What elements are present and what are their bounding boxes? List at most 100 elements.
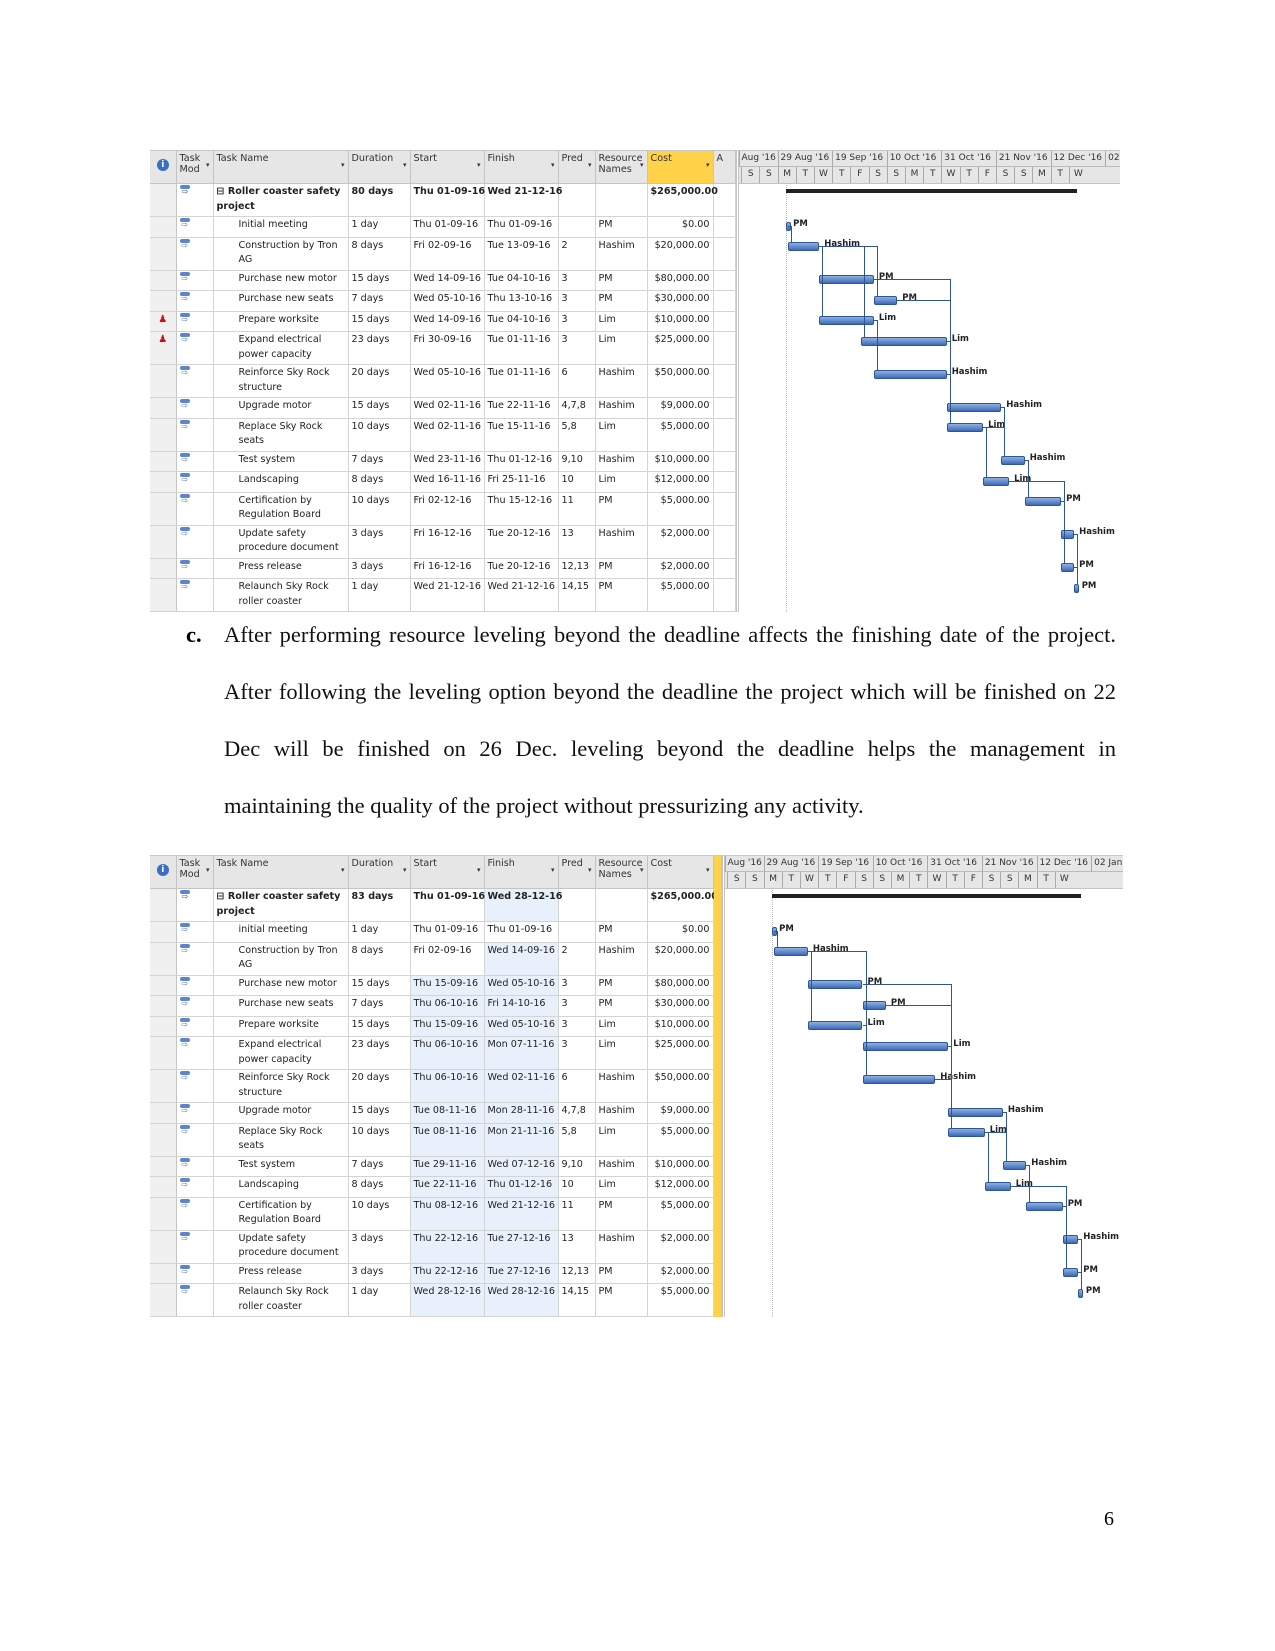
- resource-cell[interactable]: PM: [595, 1197, 648, 1231]
- finish-cell[interactable]: Thu 01-12-16: [484, 1176, 559, 1198]
- table-row[interactable]: Update safety procedure document 3 daysFr…: [150, 525, 736, 559]
- resource-cell[interactable]: Lim: [595, 1016, 648, 1037]
- dropdown-arrow-icon[interactable]: ▾: [588, 160, 592, 171]
- task-name-cell[interactable]: Replace Sky Rock seats: [213, 418, 349, 452]
- pred-cell[interactable]: 14,15: [558, 1283, 596, 1317]
- duration-cell[interactable]: 1 day: [348, 921, 411, 943]
- duration-cell[interactable]: 10 days: [348, 418, 411, 452]
- pred-cell[interactable]: 3: [558, 311, 596, 332]
- pred-cell[interactable]: [558, 921, 596, 943]
- task-bar[interactable]: [1074, 584, 1080, 593]
- task-name-cell[interactable]: Prepare worksite: [213, 311, 349, 332]
- duration-cell[interactable]: 15 days: [348, 1102, 411, 1124]
- finish-cell[interactable]: Tue 22-11-16: [484, 397, 559, 419]
- finish-cell[interactable]: Wed 07-12-16: [484, 1156, 559, 1177]
- duration-cell[interactable]: 20 days: [348, 1069, 411, 1103]
- resource-cell[interactable]: Hashim: [595, 237, 648, 271]
- task-name-cell[interactable]: Landscaping: [213, 471, 349, 493]
- start-cell[interactable]: Wed 05-10-16: [410, 290, 485, 312]
- resource-cell[interactable]: Hashim: [595, 525, 648, 559]
- task-bar[interactable]: [819, 316, 874, 325]
- resource-cell[interactable]: Hashim: [595, 364, 648, 398]
- pred-cell[interactable]: 5,8: [558, 1123, 596, 1157]
- task-bar[interactable]: [873, 296, 898, 305]
- finish-cell[interactable]: Wed 21-12-16: [484, 1197, 559, 1231]
- collapse-icon[interactable]: ⊟: [217, 186, 228, 197]
- cost-cell[interactable]: $25,000.00: [647, 1036, 714, 1070]
- duration-cell[interactable]: 10 days: [348, 1123, 411, 1157]
- dropdown-arrow-icon[interactable]: ▾: [551, 160, 555, 171]
- indicators-header[interactable]: i: [150, 856, 177, 889]
- cost-cell[interactable]: $2,000.00: [647, 558, 714, 579]
- duration-cell[interactable]: 15 days: [348, 1016, 411, 1037]
- task-name-cell[interactable]: Expand electrical power capacity: [213, 331, 349, 365]
- resource-cell[interactable]: PM: [595, 975, 648, 996]
- pred-cell[interactable]: 13: [558, 525, 596, 559]
- finish-cell[interactable]: Mon 28-11-16: [484, 1102, 559, 1124]
- finish-cell[interactable]: Tue 15-11-16: [484, 418, 559, 452]
- task-name-cell[interactable]: Construction by Tron AG: [213, 942, 349, 976]
- pred-cell[interactable]: 5,8: [558, 418, 596, 452]
- task-name-cell[interactable]: Upgrade motor: [213, 1102, 349, 1124]
- task-name-cell[interactable]: initial meeting: [213, 921, 349, 943]
- cost-cell[interactable]: $265,000.00: [647, 183, 718, 217]
- start-cell[interactable]: Thu 01-09-16: [410, 216, 485, 238]
- finish-cell[interactable]: Wed 02-11-16: [484, 1069, 559, 1103]
- duration-cell[interactable]: 8 days: [348, 1176, 411, 1198]
- cost-cell[interactable]: $20,000.00: [647, 237, 714, 271]
- pred-cell[interactable]: 11: [558, 1197, 596, 1231]
- cost-header[interactable]: Cost ▾: [647, 856, 714, 889]
- start-cell[interactable]: Tue 08-11-16: [410, 1102, 485, 1124]
- start-cell[interactable]: Thu 22-12-16: [410, 1263, 485, 1284]
- start-cell[interactable]: Thu 01-09-16: [410, 921, 485, 943]
- table-row[interactable]: Reinforce Sky Rock structure 20 daysThu 0…: [150, 1069, 714, 1103]
- start-cell[interactable]: Fri 02-12-16: [410, 492, 485, 526]
- cost-cell[interactable]: $50,000.00: [647, 364, 714, 398]
- dropdown-arrow-icon[interactable]: ▾: [206, 160, 210, 171]
- cost-cell[interactable]: $30,000.00: [647, 290, 714, 312]
- cost-cell[interactable]: $5,000.00: [647, 1283, 714, 1317]
- finish-cell[interactable]: Tue 01-11-16: [484, 331, 559, 365]
- finish-cell[interactable]: Mon 21-11-16: [484, 1123, 559, 1157]
- resource-cell[interactable]: Lim: [595, 471, 648, 493]
- start-cell[interactable]: Fri 16-12-16: [410, 558, 485, 579]
- cost-cell[interactable]: $9,000.00: [647, 1102, 714, 1124]
- task-name-cell[interactable]: Press release: [213, 1263, 349, 1284]
- task-name-cell[interactable]: Upgrade motor: [213, 397, 349, 419]
- table-row[interactable]: Press release 3 daysThu 22-12-16Tue 27-12…: [150, 1263, 714, 1284]
- duration-cell[interactable]: 15 days: [348, 975, 411, 996]
- finish-cell[interactable]: Thu 13-10-16: [484, 290, 559, 312]
- start-cell[interactable]: Thu 22-12-16: [410, 1230, 485, 1264]
- finish-cell[interactable]: Wed 05-10-16: [484, 975, 559, 996]
- cost-cell[interactable]: $0.00: [647, 216, 714, 238]
- pred-cell[interactable]: 2: [558, 942, 596, 976]
- task-name-cell[interactable]: Press release: [213, 558, 349, 579]
- duration-cell[interactable]: 20 days: [348, 364, 411, 398]
- table-row[interactable]: Replace Sky Rock seats 10 daysWed 02-11-1…: [150, 418, 736, 452]
- resource-cell[interactable]: PM: [595, 290, 648, 312]
- dropdown-arrow-icon[interactable]: ▾: [551, 865, 555, 876]
- table-row[interactable]: ⊟ Roller coaster safety project83 daysTh…: [150, 888, 718, 922]
- start-cell[interactable]: Wed 02-11-16: [410, 418, 485, 452]
- duration-cell[interactable]: 3 days: [348, 1263, 411, 1284]
- table-row[interactable]: Certification by Regulation Board 10 days…: [150, 492, 736, 526]
- resource-cell[interactable]: Hashim: [595, 1069, 648, 1103]
- duration-header[interactable]: Duration ▾: [348, 151, 411, 184]
- collapse-icon[interactable]: ⊟: [217, 891, 228, 902]
- resource-cell[interactable]: [595, 183, 648, 217]
- finish-header[interactable]: Finish ▾: [484, 856, 559, 889]
- resource-cell[interactable]: Hashim: [595, 1230, 648, 1264]
- pred-cell[interactable]: 3: [558, 290, 596, 312]
- predecessors-header[interactable]: Pred ▾: [558, 856, 596, 889]
- start-cell[interactable]: Thu 06-10-16: [410, 1036, 485, 1070]
- duration-cell[interactable]: 80 days: [348, 183, 411, 217]
- pred-cell[interactable]: 6: [558, 364, 596, 398]
- task-bar[interactable]: [807, 1021, 863, 1030]
- task-name-cell[interactable]: Test system: [213, 1156, 349, 1177]
- resource-names-header[interactable]: Resource Names ▾: [595, 856, 648, 889]
- task-bar[interactable]: [774, 947, 808, 956]
- pred-cell[interactable]: 3: [558, 995, 596, 1017]
- table-row[interactable]: Purchase new seats 7 daysThu 06-10-16Fri …: [150, 995, 714, 1017]
- finish-cell[interactable]: Thu 01-09-16: [484, 921, 559, 943]
- resource-cell[interactable]: PM: [595, 995, 648, 1017]
